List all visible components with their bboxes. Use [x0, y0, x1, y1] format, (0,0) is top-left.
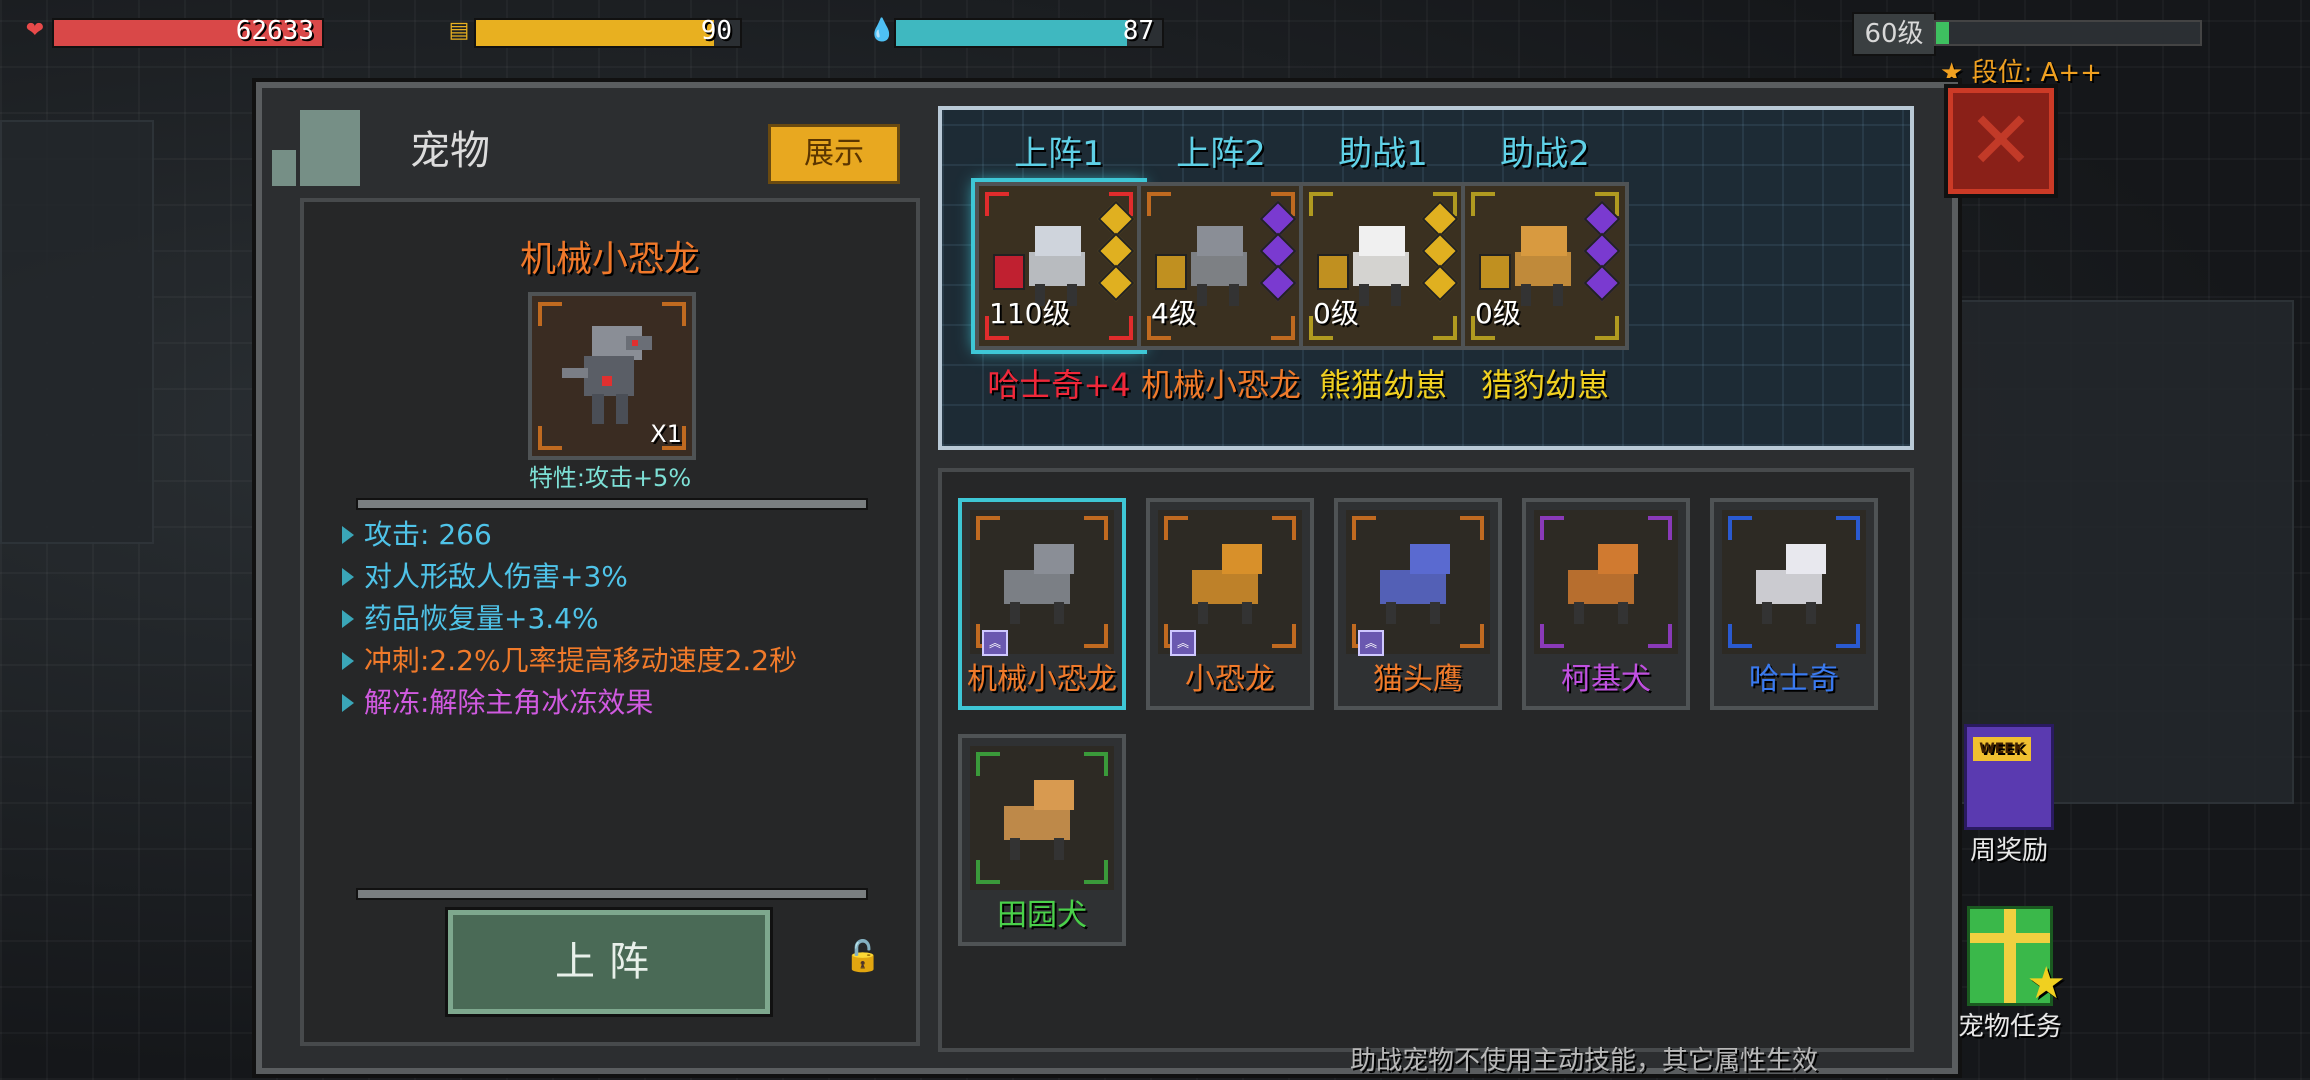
pet-card[interactable]: 田园犬 — [958, 734, 1126, 946]
rank-chevron-icon: ︽ — [1170, 630, 1196, 656]
xp-bar — [1934, 20, 2202, 46]
detail-pet-portrait: X1 — [528, 292, 696, 460]
mana-value: 87 — [1122, 16, 1154, 46]
stat-line: 对人形敌人伤害+3% — [342, 556, 797, 598]
show-button[interactable]: 展示 — [768, 124, 900, 184]
team-slot-card[interactable]: 110级 — [975, 182, 1143, 350]
rank-chevron-icon: ︽ — [982, 630, 1008, 656]
close-button[interactable]: ✕ — [1948, 88, 2054, 194]
pet-stats-list: 攻击: 266 对人形敌人伤害+3% 药品恢复量+3.4% 冲刺:2.2%几率提高移动… — [342, 514, 797, 724]
mana-drops-icon: 💧 — [868, 18, 896, 43]
team-slot-level: 110级 — [989, 297, 1071, 330]
stat-line: 冲刺:2.2%几率提高移动速度2.2秒 — [342, 640, 797, 682]
pet-card-name: 小恐龙 — [1185, 662, 1275, 697]
close-icon: ✕ — [1967, 94, 2035, 187]
mana-fill — [896, 20, 1128, 46]
pet-card[interactable]: 哈士奇 — [1710, 498, 1878, 710]
pet-detail-panel: 机械小恐龙 X1 特性:攻击+5% 攻击: 266 对人形敌人伤害+3% 药品恢复量… — [300, 198, 920, 1046]
element-badge-icon — [1317, 254, 1349, 290]
energy-bar: 90 — [474, 16, 742, 48]
team-slot-label: 助战2 — [1500, 134, 1590, 174]
hp-value: 62633 — [235, 16, 314, 46]
team-slot-card[interactable]: 0级 — [1299, 182, 1467, 350]
team-slot-card[interactable]: 0级 — [1461, 182, 1629, 350]
stat-line: 攻击: 266 — [342, 514, 797, 556]
pet-card[interactable]: ︽ 猫头鹰 — [1334, 498, 1502, 710]
mana-bar: 87 — [894, 16, 1164, 48]
panel-title: 宠物 — [410, 128, 490, 174]
team-slot-level: 0级 — [1475, 297, 1521, 330]
team-slot[interactable]: 助战2 0级猎豹幼崽 — [1450, 132, 1640, 432]
footer-note: 助战宠物不使用主动技能，其它属性生效 — [1350, 1046, 1819, 1076]
energy-value: 90 — [700, 16, 732, 46]
weekly-reward-label: 周奖励 — [1969, 836, 2048, 866]
pet-collection-grid: ︽ 机械小恐龙 ︽ 小恐龙 ︽ 猫头鹰 柯基犬 哈士奇田园犬 — [938, 468, 1914, 1052]
hp-bar: 62633 — [52, 16, 324, 48]
pet-card-name: 田园犬 — [997, 898, 1087, 933]
stat-line: 解冻:解除主角冰冻效果 — [342, 682, 797, 724]
pet-portrait: ︽ — [1158, 510, 1302, 656]
pet-portrait: ︽ — [1346, 510, 1490, 656]
pet-card[interactable]: 柯基犬 — [1522, 498, 1690, 710]
pet-portrait — [1722, 510, 1866, 654]
rank-chevron-icon: ︽ — [1358, 630, 1384, 656]
element-badge-icon — [993, 254, 1025, 290]
star-icon: ★ — [2026, 958, 2066, 1009]
team-slots-panel: 上阵1 110级 哈士奇+4 上阵2 4级 机械小恐龙 助战1 0级 熊猫幼崽 助战2 0级 猎豹幼崽 — [938, 106, 1914, 450]
team-slot-card[interactable]: 4级 — [1137, 182, 1305, 350]
rank-text: 段位: A++ — [1971, 58, 2102, 88]
level-badge: 60级 — [1852, 12, 1936, 56]
team-slot-pet-name: 猎豹幼崽 — [1480, 366, 1609, 404]
pet-card-name: 哈士奇 — [1749, 662, 1839, 697]
pet-small-icon — [272, 150, 296, 186]
weekly-art-label: WEEK — [1973, 737, 2031, 761]
pet-count: X1 — [650, 420, 682, 448]
detail-pet-name: 机械小恐龙 — [519, 239, 700, 280]
element-badge-icon — [1479, 254, 1511, 290]
element-badge-icon — [1155, 254, 1187, 290]
stat-line: 药品恢复量+3.4% — [342, 598, 797, 640]
divider — [356, 498, 868, 510]
heart-icon: ❤ — [25, 18, 45, 43]
pet-card-name: 机械小恐龙 — [967, 662, 1117, 697]
bookshelf-decoration — [0, 120, 154, 544]
weekly-calendar-icon: WEEK — [1964, 724, 2054, 830]
pet-portrait — [970, 746, 1114, 890]
weekly-reward-button[interactable]: WEEK 周奖励 — [1954, 724, 2064, 867]
gift-box-icon: ★ — [1967, 906, 2066, 1009]
pet-portrait — [1534, 510, 1678, 654]
pet-card[interactable]: ︽ 机械小恐龙 — [958, 498, 1126, 710]
energy-icon: ▤ — [448, 18, 470, 43]
pet-card-name: 柯基犬 — [1561, 662, 1651, 697]
pet-task-label: 宠物任务 — [1957, 1012, 2062, 1042]
pet-trait: 特性:攻击+5% — [528, 464, 692, 492]
energy-fill — [476, 20, 714, 46]
pet-card[interactable]: ︽ 小恐龙 — [1146, 498, 1314, 710]
team-slot-level: 4级 — [1151, 297, 1197, 330]
divider — [356, 888, 868, 900]
pet-portrait: ︽ — [970, 510, 1114, 656]
pet-task-button[interactable]: ★ 宠物任务 — [1950, 906, 2070, 1043]
pet-card-name: 猫头鹰 — [1373, 662, 1463, 697]
unlock-icon[interactable]: 🔓 — [844, 940, 881, 974]
rank-label: ★ 段位: A++ — [1940, 52, 2102, 89]
xp-fill — [1936, 22, 1950, 44]
pet-cat-icon — [300, 110, 360, 186]
pet-panel: 宠物 展示 机械小恐龙 X1 特性:攻击+5% 攻击: 266 对人形敌人伤害+3… — [256, 82, 1958, 1074]
deploy-button[interactable]: 上阵 — [448, 910, 770, 1014]
team-slot-level: 0级 — [1313, 297, 1359, 330]
